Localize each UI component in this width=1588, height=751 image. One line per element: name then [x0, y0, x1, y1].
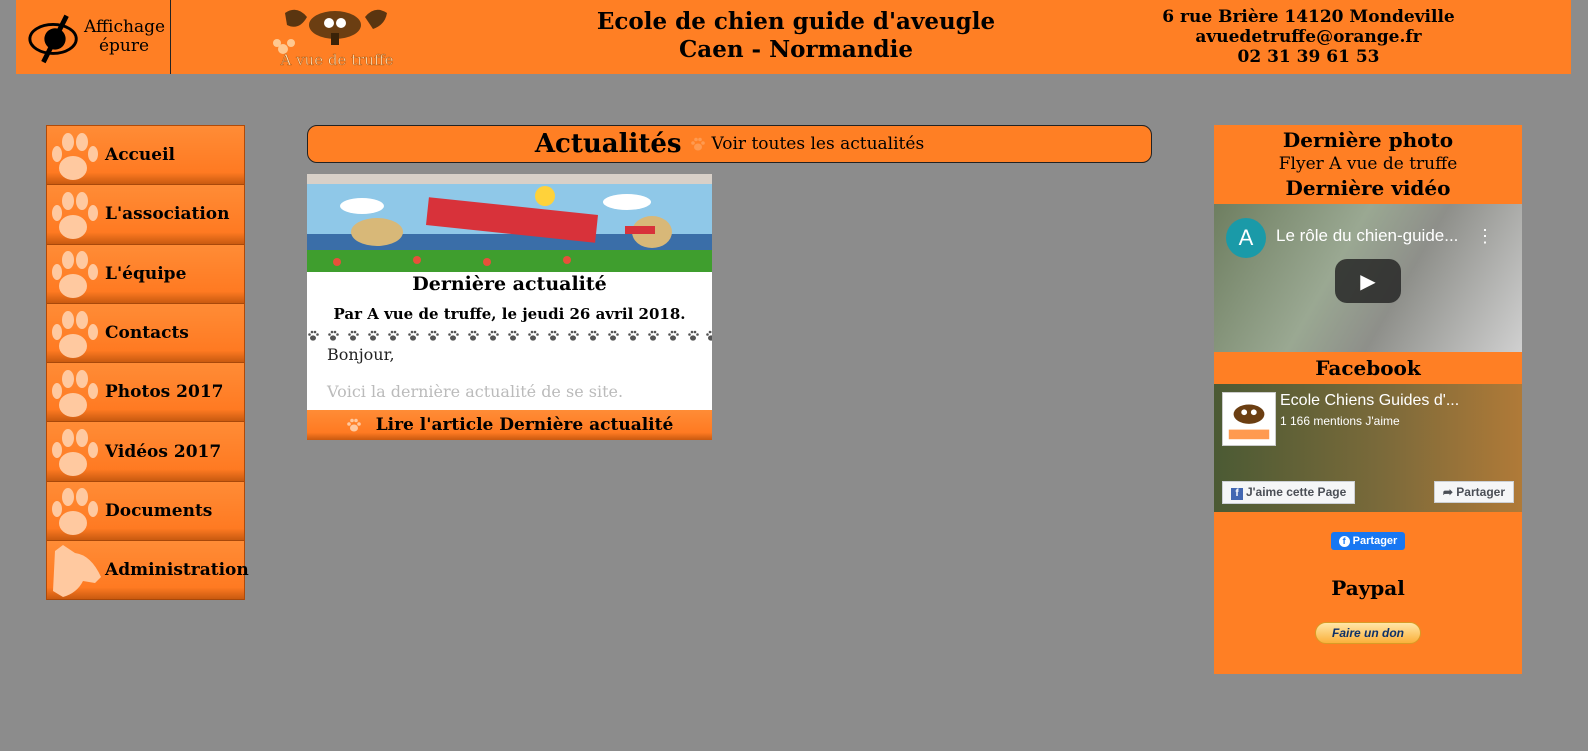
facebook-share-label: Partager — [1456, 485, 1505, 499]
paw-icon — [52, 310, 98, 358]
video-title[interactable]: Le rôle du chien-guide... — [1276, 226, 1458, 246]
news-card: Dernière actualité Par A vue de truffe, … — [307, 174, 712, 440]
more-options-icon[interactable]: ⋮ — [1476, 226, 1494, 247]
logo-text: A vue de truffe — [279, 51, 393, 69]
news-greeting: Bonjour, — [327, 345, 395, 364]
simplified-display-label: Affichage épure — [84, 17, 166, 56]
paw-row-icons — [308, 330, 712, 341]
latest-video-heading: Dernière vidéo — [1285, 176, 1451, 200]
paw-icon — [52, 251, 98, 299]
contact-info: 6 rue Brière 14120 Mondeville avuedetruf… — [1146, 7, 1471, 67]
share-arrow-icon: ➦ — [1442, 485, 1457, 499]
facebook-icon: f — [1231, 488, 1243, 500]
news-excerpt: Voici la dernière actualité de se site. — [327, 382, 624, 401]
channel-avatar[interactable]: A — [1226, 218, 1266, 258]
nav-item-association[interactable]: L'association — [47, 185, 244, 245]
site-header: Affichage épure A vue de truffe Ecole de… — [16, 0, 1571, 74]
news-card-meta: Par A vue de truffe, le jeudi 26 avril 2… — [333, 305, 686, 323]
facebook-likes-count: 1 166 mentions J'aime — [1280, 414, 1400, 428]
nav-item-videos-2017[interactable]: Vidéos 2017 — [47, 422, 244, 482]
email-link[interactable]: avuedetruffe@orange.fr — [1146, 27, 1471, 47]
site-logo[interactable]: A vue de truffe — [269, 3, 401, 71]
facebook-page-widget[interactable]: Ecole Chiens Guides d'... 1 166 mentions… — [1214, 384, 1522, 512]
nav-item-contacts[interactable]: Contacts — [47, 303, 244, 364]
nav-label-association: L'association — [105, 204, 230, 225]
facebook-share-button[interactable]: f Partager — [1330, 532, 1406, 550]
play-button[interactable]: ▶ — [1335, 259, 1401, 303]
facebook-icon: f — [1338, 536, 1350, 547]
nav-label-documents: Documents — [105, 500, 213, 521]
news-banner-image[interactable] — [307, 174, 712, 272]
facebook-like-page-button[interactable]: f J'aime cette Page — [1222, 481, 1356, 504]
simplified-display-toggle[interactable]: Affichage épure — [16, 0, 171, 74]
paw-icon — [346, 418, 361, 432]
site-title-line1: Ecole de chien guide d'aveugle — [596, 8, 996, 35]
paypal-donate-button[interactable]: Faire un don — [1315, 622, 1421, 644]
news-header: Actualités Voir toutes les actualités — [307, 125, 1152, 163]
nav-item-photos-2017[interactable]: Photos 2017 — [47, 363, 244, 423]
facebook-share-page-button[interactable]: ➦ Partager — [1433, 481, 1514, 503]
facebook-share-plugin-label: Partager — [1352, 535, 1398, 547]
nav-label-contacts: Contacts — [105, 323, 189, 344]
paw-divider — [307, 329, 712, 345]
read-article-button[interactable]: Lire l'article Dernière actualité — [307, 410, 712, 440]
video-player[interactable]: A Le rôle du chien-guide... ⋮ ▶ — [1214, 204, 1522, 352]
paw-icon — [52, 369, 98, 417]
nav-label-photos-2017: Photos 2017 — [105, 382, 224, 403]
facebook-heading: Facebook — [1315, 356, 1421, 380]
nav-label-administration: Administration — [105, 560, 249, 581]
facebook-page-name[interactable]: Ecole Chiens Guides d'... — [1280, 392, 1459, 410]
paw-icon — [52, 488, 98, 536]
nav-item-equipe[interactable]: L'équipe — [47, 244, 244, 304]
nav-item-documents[interactable]: Documents — [47, 481, 244, 542]
latest-photo-link[interactable]: Flyer A vue de truffe — [1214, 154, 1522, 174]
nav-label-videos-2017: Vidéos 2017 — [105, 441, 222, 462]
facebook-like-label: J'aime cette Page — [1246, 485, 1347, 499]
nav-item-accueil[interactable]: Accueil — [47, 126, 244, 186]
phone-number: 02 31 39 61 53 — [1237, 47, 1380, 67]
site-title-line2: Caen - Normandie — [678, 36, 914, 63]
main-nav: Accueil L'association L'équipe Contacts … — [46, 125, 249, 601]
right-sidebar: Dernière photo Flyer A vue de truffe Der… — [1214, 125, 1522, 674]
see-all-news-link[interactable]: Voir toutes les actualités — [712, 134, 925, 154]
nav-label-equipe: L'équipe — [105, 263, 187, 284]
play-icon: ▶ — [1360, 269, 1376, 293]
address: 6 rue Brière 14120 Mondeville — [1162, 7, 1455, 27]
nav-item-administration[interactable]: Administration — [47, 541, 249, 601]
paw-icon — [690, 137, 705, 151]
facebook-page-thumbnail[interactable] — [1222, 392, 1276, 446]
read-article-label: Lire l'article Dernière actualité — [375, 415, 674, 435]
paw-icon — [52, 429, 98, 477]
news-title: Actualités — [534, 129, 682, 159]
latest-photo-heading: Dernière photo — [1282, 128, 1454, 152]
site-title: Ecole de chien guide d'aveugle Caen - No… — [556, 8, 1036, 64]
nav-label-accueil: Accueil — [105, 145, 175, 166]
paypal-heading: Paypal — [1331, 576, 1405, 600]
news-card-title: Dernière actualité — [412, 273, 607, 295]
paw-icon — [52, 191, 98, 239]
paw-icon — [52, 132, 98, 180]
dog-head-icon — [53, 544, 101, 597]
news-card-excerpt: Bonjour, Voici la dernière actualité de … — [307, 345, 712, 401]
eye-icon — [28, 14, 78, 64]
